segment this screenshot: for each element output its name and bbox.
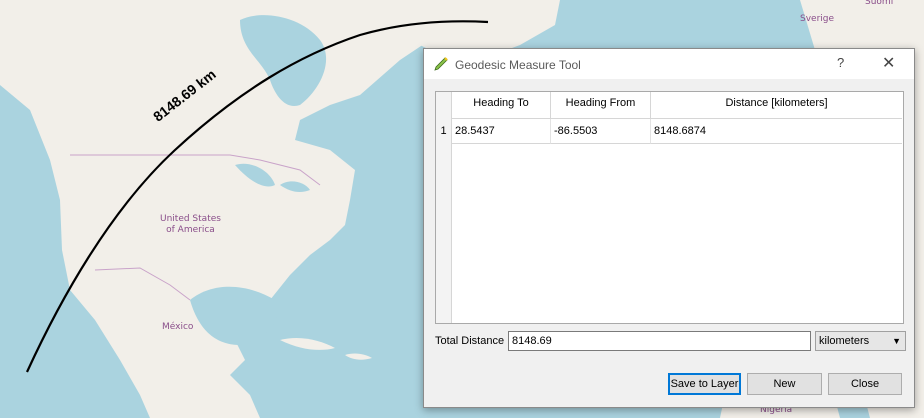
header-heading-from[interactable]: Heading From [551, 92, 651, 119]
dialog-titlebar[interactable]: Geodesic Measure Tool ? ✕ [424, 49, 914, 79]
cell-heading-from[interactable]: -86.5503 [551, 119, 651, 144]
row-number[interactable]: 1 [436, 119, 451, 143]
save-to-layer-button[interactable]: Save to Layer [668, 373, 741, 395]
measure-table[interactable]: Heading To Heading From Distance [kilome… [435, 91, 904, 324]
cell-heading-to[interactable]: 28.5437 [452, 119, 551, 144]
cell-distance[interactable]: 8148.6874 [651, 119, 902, 144]
total-distance-label: Total Distance [435, 335, 505, 347]
close-window-icon[interactable]: ✕ [882, 53, 895, 73]
map-label-united-states: United States of America [160, 214, 221, 235]
header-heading-to[interactable]: Heading To [452, 92, 551, 119]
close-button[interactable]: Close [828, 373, 902, 395]
map-label-suomi: Suomi [865, 0, 894, 7]
total-distance-field[interactable]: 8148.69 [508, 331, 811, 351]
header-distance[interactable]: Distance [kilometers] [651, 92, 902, 119]
units-selected-value: kilometers [819, 335, 870, 347]
new-button[interactable]: New [747, 373, 822, 395]
dropdown-arrow-icon: ▼ [892, 336, 901, 346]
units-dropdown[interactable]: kilometers ▼ [815, 331, 906, 351]
map-label-sverige: Sverige [800, 14, 835, 24]
map-label-mexico: México [162, 322, 194, 332]
dialog-title: Geodesic Measure Tool [455, 58, 581, 72]
help-button[interactable]: ? [837, 55, 844, 70]
qgis-pencil-icon [434, 57, 448, 71]
geodesic-measure-dialog: Geodesic Measure Tool ? ✕ Heading To Hea… [423, 48, 915, 408]
